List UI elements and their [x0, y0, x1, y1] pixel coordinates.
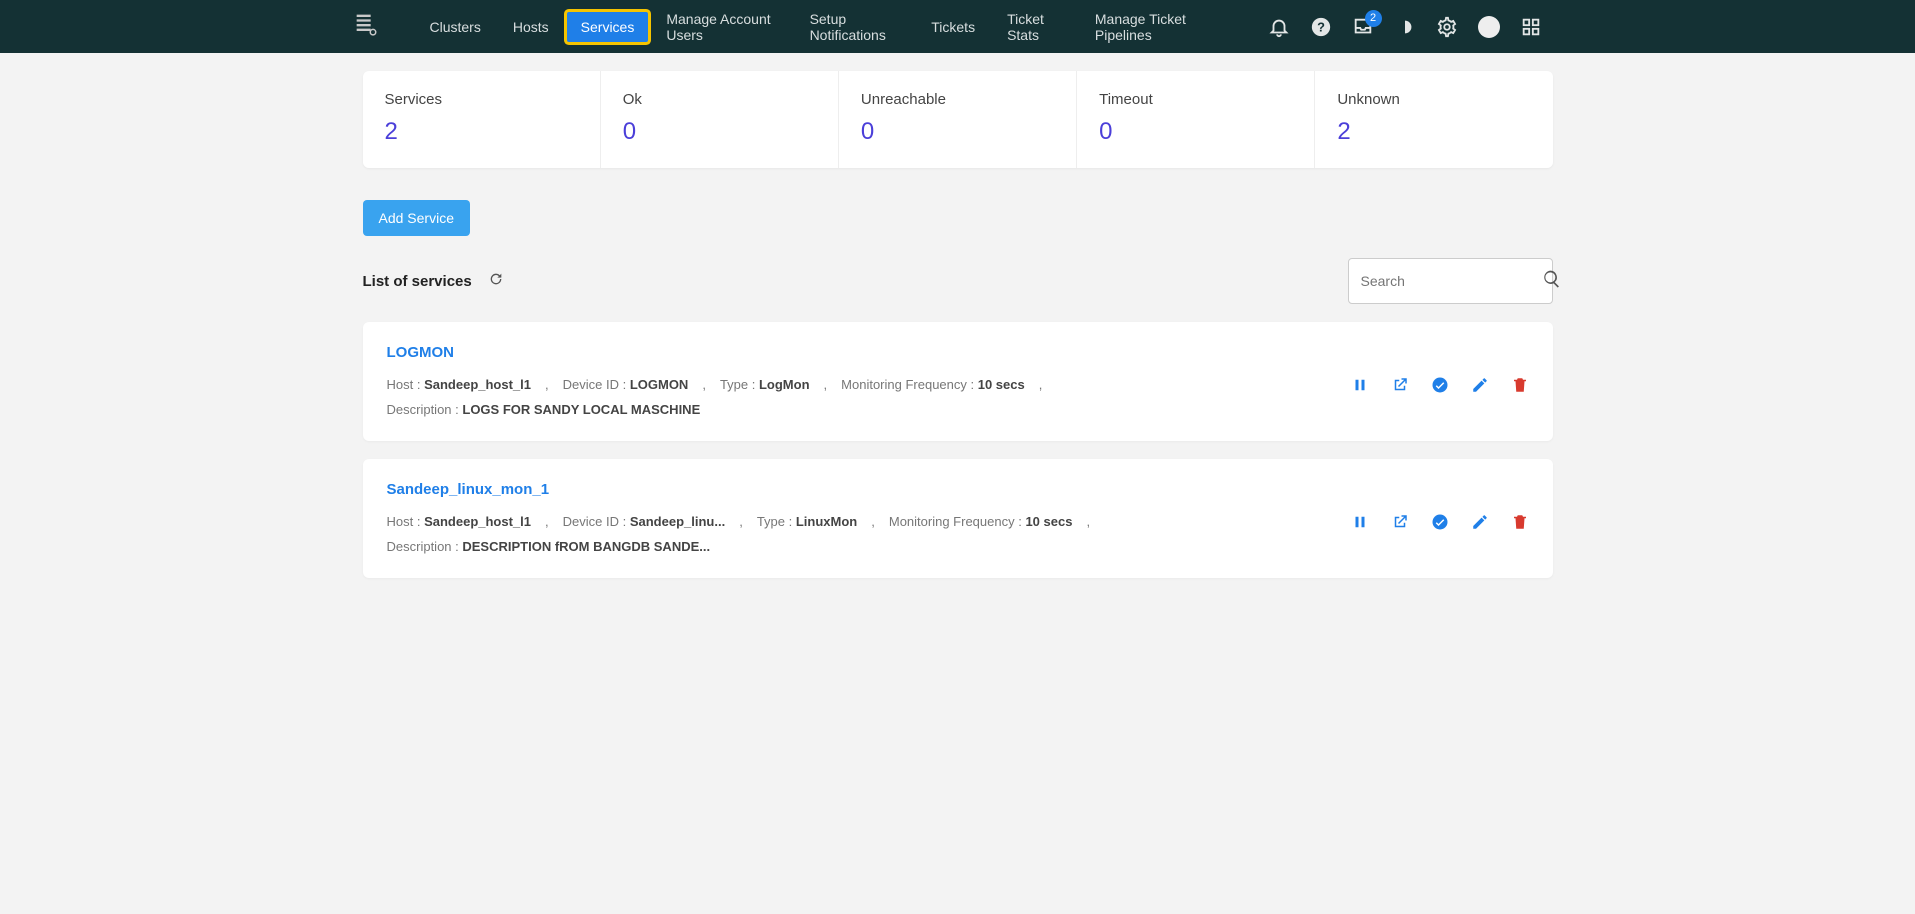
- search-icon: [1542, 269, 1562, 294]
- pause-icon[interactable]: [1351, 513, 1369, 531]
- logo-icon: [352, 10, 380, 43]
- topbar-right: ? 2: [1268, 16, 1542, 38]
- check-icon[interactable]: [1431, 376, 1449, 394]
- theme-icon[interactable]: [1394, 16, 1416, 38]
- list-header: List of services: [363, 258, 1553, 304]
- stats-row: Services 2 Ok 0 Unreachable 0 Timeout 0 Unknown 2: [363, 71, 1553, 168]
- nav-item-services[interactable]: Services: [567, 12, 649, 42]
- stat-label: Unknown: [1337, 91, 1530, 108]
- search-input[interactable]: [1361, 273, 1542, 289]
- stat-value: 0: [623, 118, 816, 146]
- service-title[interactable]: Sandeep_linux_mon_1: [387, 481, 1351, 498]
- meta-type: Type : LogMon: [720, 377, 810, 392]
- svg-text:?: ?: [1317, 19, 1325, 34]
- nav-item-manage-account-users[interactable]: Manage Account Users: [652, 4, 791, 50]
- stat-value: 2: [385, 118, 578, 146]
- open-icon[interactable]: [1391, 376, 1409, 394]
- nav-item-manage-ticket-pipelines[interactable]: Manage Ticket Pipelines: [1081, 4, 1226, 50]
- edit-icon[interactable]: [1471, 376, 1489, 394]
- meta-type: Type : LinuxMon: [757, 514, 857, 529]
- stat-label: Unreachable: [861, 91, 1054, 108]
- service-meta: Host : Sandeep_host_l1 , Device ID : San…: [387, 514, 1351, 554]
- service-actions: [1351, 344, 1529, 417]
- meta-device-id: Device ID : LOGMON: [563, 377, 689, 392]
- meta-freq: Monitoring Frequency : 10 secs: [889, 514, 1073, 529]
- meta-host: Host : Sandeep_host_l1: [387, 514, 532, 529]
- meta-desc: Description : LOGS FOR SANDY LOCAL MASCH…: [387, 402, 701, 417]
- stat-card: Timeout 0: [1077, 71, 1315, 168]
- stat-label: Services: [385, 91, 578, 108]
- nav-item-ticket-stats[interactable]: Ticket Stats: [993, 4, 1077, 50]
- open-icon[interactable]: [1391, 513, 1409, 531]
- stat-card: Unknown 2: [1315, 71, 1552, 168]
- service-actions: [1351, 481, 1529, 554]
- meta-desc: Description : DESCRIPTION fROM BANGDB SA…: [387, 539, 711, 554]
- meta-freq: Monitoring Frequency : 10 secs: [841, 377, 1025, 392]
- settings-icon[interactable]: [1436, 16, 1458, 38]
- service-card: Sandeep_linux_mon_1 Host : Sandeep_host_l…: [363, 459, 1553, 578]
- nav: ClustersHostsServicesManage Account User…: [414, 0, 1228, 53]
- meta-device-id: Device ID : Sandeep_linu...: [563, 514, 726, 529]
- stat-value: 0: [861, 118, 1054, 146]
- pause-icon[interactable]: [1351, 376, 1369, 394]
- nav-item-clusters[interactable]: Clusters: [416, 12, 495, 42]
- stat-card: Unreachable 0: [839, 71, 1077, 168]
- page: Services 2 Ok 0 Unreachable 0 Timeout 0 Unknown 2…: [363, 53, 1553, 578]
- service-title[interactable]: LOGMON: [387, 344, 1351, 361]
- nav-item-tickets[interactable]: Tickets: [917, 12, 989, 42]
- nav-item-hosts[interactable]: Hosts: [499, 12, 563, 42]
- add-service-button[interactable]: Add Service: [363, 200, 470, 236]
- stat-card: Services 2: [363, 71, 601, 168]
- stat-label: Timeout: [1099, 91, 1292, 108]
- stat-card: Ok 0: [601, 71, 839, 168]
- inbox-icon[interactable]: 2: [1352, 16, 1374, 38]
- search-box[interactable]: [1348, 258, 1553, 304]
- stat-value: 0: [1099, 118, 1292, 146]
- apps-icon[interactable]: [1520, 16, 1542, 38]
- stat-label: Ok: [623, 91, 816, 108]
- inbox-badge: 2: [1365, 10, 1382, 27]
- stat-value: 2: [1337, 118, 1530, 146]
- edit-icon[interactable]: [1471, 513, 1489, 531]
- refresh-icon[interactable]: [488, 271, 504, 292]
- service-meta: Host : Sandeep_host_l1 , Device ID : LOG…: [387, 377, 1351, 417]
- delete-icon[interactable]: [1511, 513, 1529, 531]
- check-icon[interactable]: [1431, 513, 1449, 531]
- list-title: List of services: [363, 273, 472, 290]
- avatar[interactable]: [1478, 16, 1500, 38]
- meta-host: Host : Sandeep_host_l1: [387, 377, 532, 392]
- bell-icon[interactable]: [1268, 16, 1290, 38]
- topbar: ClustersHostsServicesManage Account User…: [0, 0, 1915, 53]
- help-icon[interactable]: ?: [1310, 16, 1332, 38]
- nav-item-setup-notifications[interactable]: Setup Notifications: [796, 4, 914, 50]
- service-card: LOGMON Host : Sandeep_host_l1 , Device ID…: [363, 322, 1553, 441]
- services-list: LOGMON Host : Sandeep_host_l1 , Device ID…: [363, 322, 1553, 578]
- delete-icon[interactable]: [1511, 376, 1529, 394]
